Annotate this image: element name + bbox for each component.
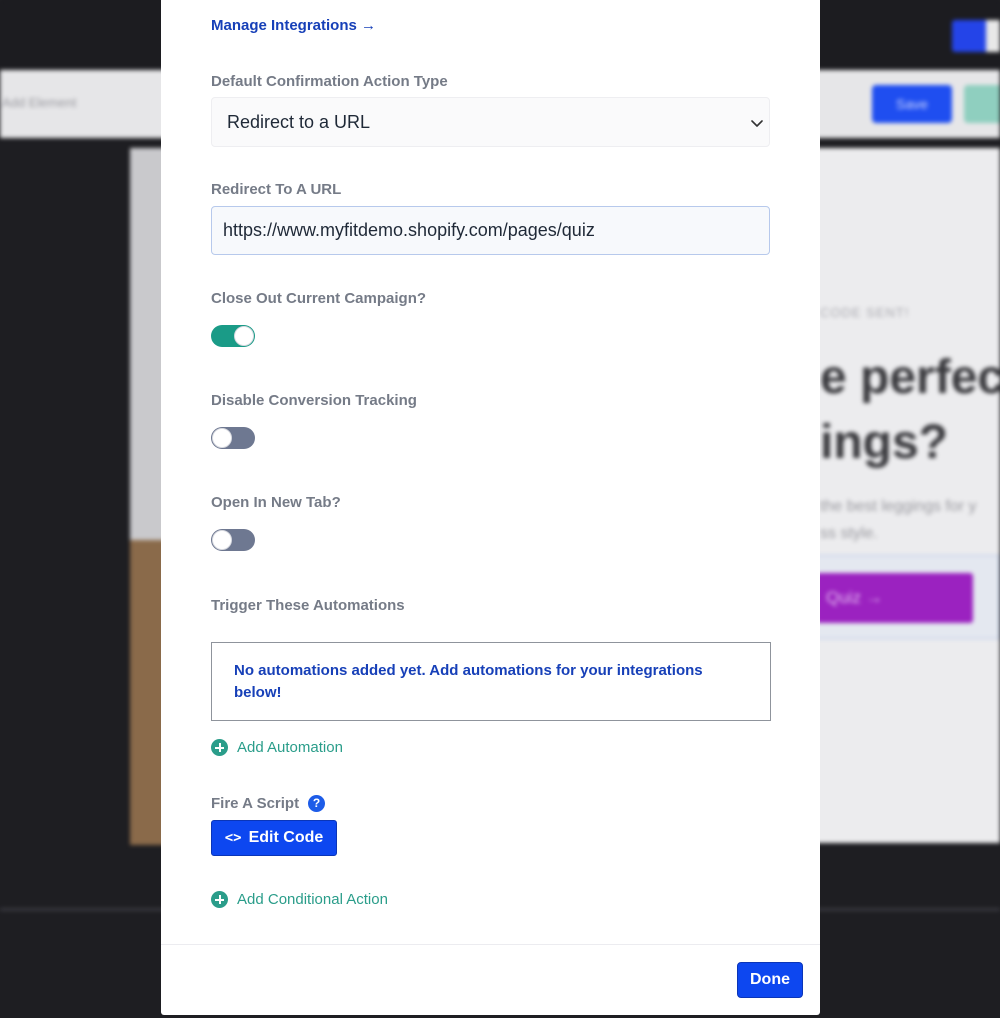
canvas-heading-line-1: e perfec xyxy=(820,351,1000,404)
top-badge-edge xyxy=(986,20,1000,52)
canvas-heading-line-2: ings? xyxy=(820,416,948,469)
new-tab-label: Open In New Tab? xyxy=(211,494,341,511)
toggle-knob xyxy=(212,428,232,448)
automations-label: Trigger These Automations xyxy=(211,597,405,614)
plus-circle-icon xyxy=(211,891,228,908)
confirmation-settings-modal: Manage Integrations → Default Confirmati… xyxy=(161,0,820,1015)
toolbar-add-element: Add Element xyxy=(2,95,77,110)
confirmation-type-label: Default Confirmation Action Type xyxy=(211,73,448,90)
chevron-down-icon xyxy=(751,120,763,127)
add-automation-label: Add Automation xyxy=(237,739,343,756)
canvas-quiz-button: Quiz → xyxy=(816,573,973,623)
disable-tracking-label: Disable Conversion Tracking xyxy=(211,392,417,409)
fire-script-label: Fire A Script xyxy=(211,795,300,812)
edit-code-button[interactable]: <> Edit Code xyxy=(211,820,337,856)
background-save-button: Save xyxy=(872,85,952,123)
confirmation-type-select[interactable]: Redirect to a URL xyxy=(211,97,770,147)
close-campaign-label: Close Out Current Campaign? xyxy=(211,290,427,307)
canvas-small-text: CODE SENT! xyxy=(820,305,910,320)
add-conditional-action-button[interactable]: Add Conditional Action xyxy=(211,891,388,908)
close-campaign-toggle[interactable] xyxy=(211,325,255,347)
canvas-right-strip xyxy=(812,148,1000,843)
automations-empty-text: No automations added yet. Add automation… xyxy=(234,662,703,701)
new-tab-toggle[interactable] xyxy=(211,529,255,551)
redirect-url-input[interactable] xyxy=(211,206,770,255)
confirmation-type-value: Redirect to a URL xyxy=(227,112,371,132)
toggle-knob xyxy=(212,530,232,550)
toggle-knob xyxy=(234,326,254,346)
disable-tracking-toggle[interactable] xyxy=(211,427,255,449)
plus-circle-icon xyxy=(211,739,228,756)
redirect-url-label: Redirect To A URL xyxy=(211,181,342,198)
add-automation-button[interactable]: Add Automation xyxy=(211,739,343,756)
add-conditional-action-label: Add Conditional Action xyxy=(237,891,388,908)
help-icon[interactable]: ? xyxy=(308,795,325,812)
background-publish-button xyxy=(964,85,1000,123)
manage-integrations-link[interactable]: Manage Integrations → xyxy=(211,17,376,34)
canvas-subtext-line-1: the best leggings for y xyxy=(820,498,977,515)
canvas-subtext-line-2: ss style. xyxy=(820,525,878,542)
done-button[interactable]: Done xyxy=(737,962,803,998)
automations-empty-box: No automations added yet. Add automation… xyxy=(211,642,771,721)
footer-divider xyxy=(161,944,820,945)
edit-code-label: Edit Code xyxy=(248,829,324,846)
code-brackets-icon: <> xyxy=(224,830,242,846)
